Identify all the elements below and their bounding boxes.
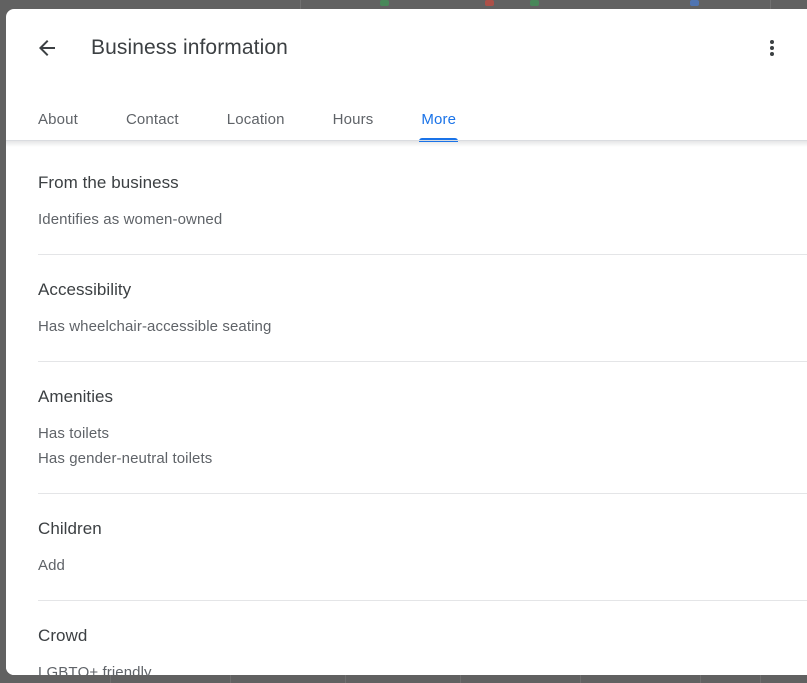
arrow-back-icon <box>39 40 55 56</box>
section-values: Has toilets Has gender-neutral toilets <box>38 421 775 471</box>
tab-label: Contact <box>125 110 179 128</box>
tab-label: More <box>421 110 457 128</box>
section-values: LGBTQ+ friendly <box>38 660 775 675</box>
attribute-section[interactable]: From the business Identifies as women-own… <box>6 147 807 254</box>
section-title: From the business <box>38 173 179 192</box>
background-logo <box>380 0 699 9</box>
dialog-header: Business information <box>6 9 807 87</box>
attribute-value: Has toilets <box>38 425 110 442</box>
logo-swatch <box>690 0 699 6</box>
section-title: Crowd <box>38 626 88 645</box>
attribute-section[interactable]: Crowd LGBTQ+ friendly <box>6 600 807 675</box>
tab-location[interactable]: Location <box>203 97 309 141</box>
logo-swatch <box>485 0 494 6</box>
overflow-menu-button[interactable] <box>751 27 793 69</box>
more-vert-icon <box>770 38 774 58</box>
tab-label: Location <box>226 110 285 128</box>
section-title: Amenities <box>38 387 114 406</box>
tab-bar: About Contact Location Hours More <box>6 87 807 142</box>
attribute-section[interactable]: Accessibility Has wheelchair-accessible s… <box>6 254 807 361</box>
attributes-list[interactable]: From the business Identifies as women-own… <box>6 147 807 675</box>
section-values: Has wheelchair-accessible seating <box>38 314 775 339</box>
tab-label: Hours <box>332 110 374 128</box>
section-values: Add <box>38 553 775 578</box>
scrim-divider <box>770 0 771 9</box>
section-title: Accessibility <box>38 280 132 299</box>
page-title: Business information <box>91 36 288 59</box>
tab-label: About <box>38 110 78 128</box>
tab-more[interactable]: More <box>397 97 480 142</box>
attribute-value: Has gender-neutral toilets <box>38 450 213 467</box>
attribute-section[interactable]: Amenities Has toilets Has gender-neutral t… <box>6 361 807 493</box>
attribute-value: Has wheelchair-accessible seating <box>38 318 272 335</box>
add-value-link[interactable]: Add <box>38 553 775 578</box>
section-title: Children <box>38 519 102 538</box>
section-values: Identifies as women-owned <box>38 207 775 232</box>
tab-about[interactable]: About <box>14 97 102 141</box>
business-information-dialog: Business information About Contact Locatio… <box>6 9 807 675</box>
logo-swatch <box>530 0 539 6</box>
logo-swatch <box>380 0 389 6</box>
attribute-section[interactable]: Children Add <box>6 493 807 600</box>
tab-hours[interactable]: Hours <box>309 97 398 141</box>
scrim-divider <box>300 0 301 9</box>
back-button[interactable] <box>26 27 68 69</box>
tab-contact[interactable]: Contact <box>102 97 203 141</box>
attribute-value: Identifies as women-owned <box>38 211 223 228</box>
attribute-value: LGBTQ+ friendly <box>38 664 152 675</box>
